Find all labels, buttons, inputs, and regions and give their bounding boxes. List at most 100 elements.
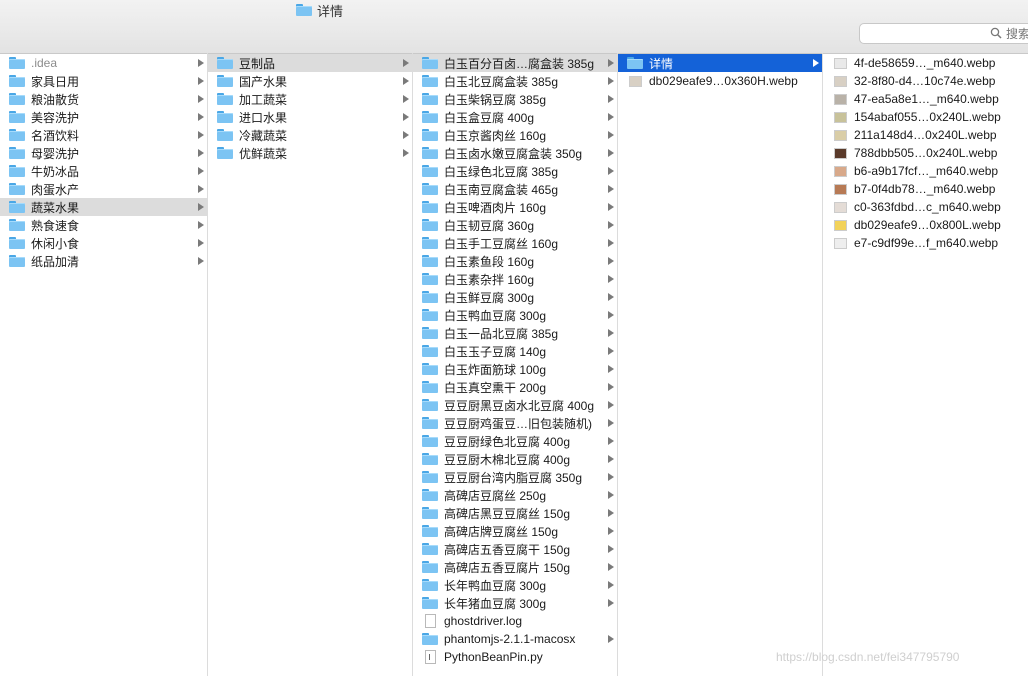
folder-icon bbox=[422, 380, 438, 394]
item-label: 47-ea5a8e1…_m640.webp bbox=[854, 92, 999, 106]
window-title-text: 详情 bbox=[317, 3, 344, 19]
column-5[interactable]: 4f-de58659…_m640.webp 32-8f80-d4…10c74e.w… bbox=[823, 53, 1028, 676]
column-3-item[interactable]: 白玉绿色北豆腐 385g bbox=[413, 162, 617, 180]
column-1-item[interactable]: 肉蛋水产 bbox=[0, 180, 207, 198]
item-label: db029eafe9…0x360H.webp bbox=[649, 74, 798, 88]
column-3-item[interactable]: 白玉素鱼段 160g bbox=[413, 252, 617, 270]
column-3-item[interactable]: 白玉京酱肉丝 160g bbox=[413, 126, 617, 144]
column-3-item[interactable]: ghostdriver.log bbox=[413, 612, 617, 630]
search-input[interactable] bbox=[1006, 25, 1028, 42]
column-3-item[interactable]: 白玉南豆腐盒装 465g bbox=[413, 180, 617, 198]
chevron-right-icon bbox=[608, 59, 614, 67]
column-4-item[interactable]: 详情 bbox=[618, 54, 822, 72]
column-2[interactable]: 豆制品国产水果 加工蔬菜 进口水果 冷藏蔬菜优鲜蔬菜 bbox=[208, 53, 413, 676]
column-2-item[interactable]: 加工蔬菜 bbox=[208, 90, 412, 108]
column-1-item[interactable]: 蔬菜水果 bbox=[0, 198, 207, 216]
column-3-item[interactable]: 白玉炸面筋球 100g bbox=[413, 360, 617, 378]
column-3-item[interactable]: PythonBeanPin.py bbox=[413, 648, 617, 666]
column-2-item[interactable]: 豆制品 bbox=[208, 54, 412, 72]
column-5-item[interactable]: 32-8f80-d4…10c74e.webp bbox=[823, 72, 1028, 90]
image-thumbnail-icon bbox=[832, 182, 848, 196]
column-3-item[interactable]: 豆豆厨绿色北豆腐 400g bbox=[413, 432, 617, 450]
column-5-item[interactable]: e7-c9df99e…f_m640.webp bbox=[823, 234, 1028, 252]
column-1-item[interactable]: 熟食速食 bbox=[0, 216, 207, 234]
column-4-item[interactable]: db029eafe9…0x360H.webp bbox=[618, 72, 822, 90]
column-3-item[interactable]: 高碑店豆腐丝 250g bbox=[413, 486, 617, 504]
column-3-item[interactable]: 白玉素杂拌 160g bbox=[413, 270, 617, 288]
column-3-item[interactable]: 高碑店黑豆豆腐丝 150g bbox=[413, 504, 617, 522]
folder-icon bbox=[422, 74, 438, 88]
column-3-item[interactable]: 高碑店五香豆腐片 150g bbox=[413, 558, 617, 576]
column-3-item[interactable]: 白玉鸭血豆腐 300g bbox=[413, 306, 617, 324]
column-5-item[interactable]: 4f-de58659…_m640.webp bbox=[823, 54, 1028, 72]
column-3-item[interactable]: phantomjs-2.1.1-macosx bbox=[413, 630, 617, 648]
column-1-item[interactable]: 粮油散货 bbox=[0, 90, 207, 108]
column-5-item[interactable]: c0-363fdbd…c_m640.webp bbox=[823, 198, 1028, 216]
column-3-item[interactable]: 白玉一品北豆腐 385g bbox=[413, 324, 617, 342]
column-3-item[interactable]: 豆豆厨木棉北豆腐 400g bbox=[413, 450, 617, 468]
column-3-item[interactable]: 白玉鲜豆腐 300g bbox=[413, 288, 617, 306]
column-1-item[interactable]: 休闲小食 bbox=[0, 234, 207, 252]
column-3-item[interactable]: 豆豆厨黑豆卤水北豆腐 400g bbox=[413, 396, 617, 414]
column-3-item[interactable]: 高碑店牌豆腐丝 150g bbox=[413, 522, 617, 540]
column-5-item[interactable]: 154abaf055…0x240L.webp bbox=[823, 108, 1028, 126]
column-4[interactable]: 详情 db029eafe9…0x360H.webp bbox=[618, 53, 823, 676]
chevron-right-icon bbox=[608, 185, 614, 193]
column-1-item[interactable]: 美容洗护 bbox=[0, 108, 207, 126]
item-label: 豆制品 bbox=[239, 56, 276, 71]
column-3-item[interactable]: 白玉真空熏干 200g bbox=[413, 378, 617, 396]
column-3-item[interactable]: 白玉卤水嫩豆腐盒装 350g bbox=[413, 144, 617, 162]
folder-icon bbox=[422, 92, 438, 106]
column-3-item[interactable]: 白玉百分百卤…腐盒装 385g bbox=[413, 54, 617, 72]
column-5-item[interactable]: 211a148d4…0x240L.webp bbox=[823, 126, 1028, 144]
chevron-right-icon bbox=[608, 131, 614, 139]
item-label: 休闲小食 bbox=[31, 236, 80, 251]
chevron-right-icon bbox=[608, 329, 614, 337]
column-3[interactable]: 白玉百分百卤…腐盒装 385g 白玉北豆腐盒装 385g 白玉柴锅豆腐 385g 白玉… bbox=[413, 53, 618, 676]
column-3-item[interactable]: 白玉玉子豆腐 140g bbox=[413, 342, 617, 360]
item-label: 211a148d4…0x240L.webp bbox=[854, 128, 997, 142]
column-3-item[interactable]: 豆豆厨台湾内脂豆腐 350g bbox=[413, 468, 617, 486]
column-1-item[interactable]: 母婴洗护 bbox=[0, 144, 207, 162]
column-3-item[interactable]: 白玉手工豆腐丝 160g bbox=[413, 234, 617, 252]
column-1-item[interactable]: .idea bbox=[0, 54, 207, 72]
column-2-item[interactable]: 冷藏蔬菜 bbox=[208, 126, 412, 144]
folder-icon bbox=[9, 92, 25, 106]
item-label: 牛奶冰品 bbox=[31, 164, 80, 179]
column-3-item[interactable]: 长年鸭血豆腐 300g bbox=[413, 576, 617, 594]
column-3-item[interactable]: 白玉啤酒肉片 160g bbox=[413, 198, 617, 216]
column-1-item[interactable]: 家具日用 bbox=[0, 72, 207, 90]
item-label: 美容洗护 bbox=[31, 110, 80, 125]
column-3-item[interactable]: 高碑店五香豆腐干 150g bbox=[413, 540, 617, 558]
column-2-item[interactable]: 进口水果 bbox=[208, 108, 412, 126]
column-3-item[interactable]: 白玉盒豆腐 400g bbox=[413, 108, 617, 126]
column-5-item[interactable]: 47-ea5a8e1…_m640.webp bbox=[823, 90, 1028, 108]
column-1[interactable]: .idea 家具日用 粮油散货美容洗护 名酒饮料母婴洗护牛奶冰品 肉蛋水产 蔬菜水果 熟食速… bbox=[0, 53, 208, 676]
column-3-item[interactable]: 白玉柴锅豆腐 385g bbox=[413, 90, 617, 108]
column-3-item[interactable]: 白玉北豆腐盒装 385g bbox=[413, 72, 617, 90]
column-2-item[interactable]: 优鲜蔬菜 bbox=[208, 144, 412, 162]
column-5-item[interactable]: db029eafe9…0x800L.webp bbox=[823, 216, 1028, 234]
column-5-item[interactable]: b7-0f4db78…_m640.webp bbox=[823, 180, 1028, 198]
item-label: .idea bbox=[31, 56, 58, 70]
item-label: 家具日用 bbox=[31, 74, 80, 89]
column-2-item[interactable]: 国产水果 bbox=[208, 72, 412, 90]
item-label: 白玉手工豆腐丝 160g bbox=[444, 236, 559, 251]
chevron-right-icon bbox=[608, 257, 614, 265]
chevron-right-icon bbox=[608, 509, 614, 517]
item-label: 母婴洗护 bbox=[31, 146, 80, 161]
folder-icon bbox=[9, 74, 25, 88]
column-1-item[interactable]: 名酒饮料 bbox=[0, 126, 207, 144]
column-3-item[interactable]: 豆豆厨鸡蛋豆…旧包装随机) bbox=[413, 414, 617, 432]
column-3-item[interactable]: 长年猪血豆腐 300g bbox=[413, 594, 617, 612]
item-label: 高碑店黑豆豆腐丝 150g bbox=[444, 506, 571, 521]
column-5-item[interactable]: b6-a9b17fcf…_m640.webp bbox=[823, 162, 1028, 180]
search-field[interactable] bbox=[859, 23, 1028, 44]
column-3-item[interactable]: 白玉韧豆腐 360g bbox=[413, 216, 617, 234]
column-5-item[interactable]: 788dbb505…0x240L.webp bbox=[823, 144, 1028, 162]
column-1-item[interactable]: 牛奶冰品 bbox=[0, 162, 207, 180]
item-label: 优鲜蔬菜 bbox=[239, 146, 288, 161]
item-label: 国产水果 bbox=[239, 74, 288, 89]
folder-icon bbox=[422, 272, 438, 286]
column-1-item[interactable]: 纸品加清 bbox=[0, 252, 207, 270]
